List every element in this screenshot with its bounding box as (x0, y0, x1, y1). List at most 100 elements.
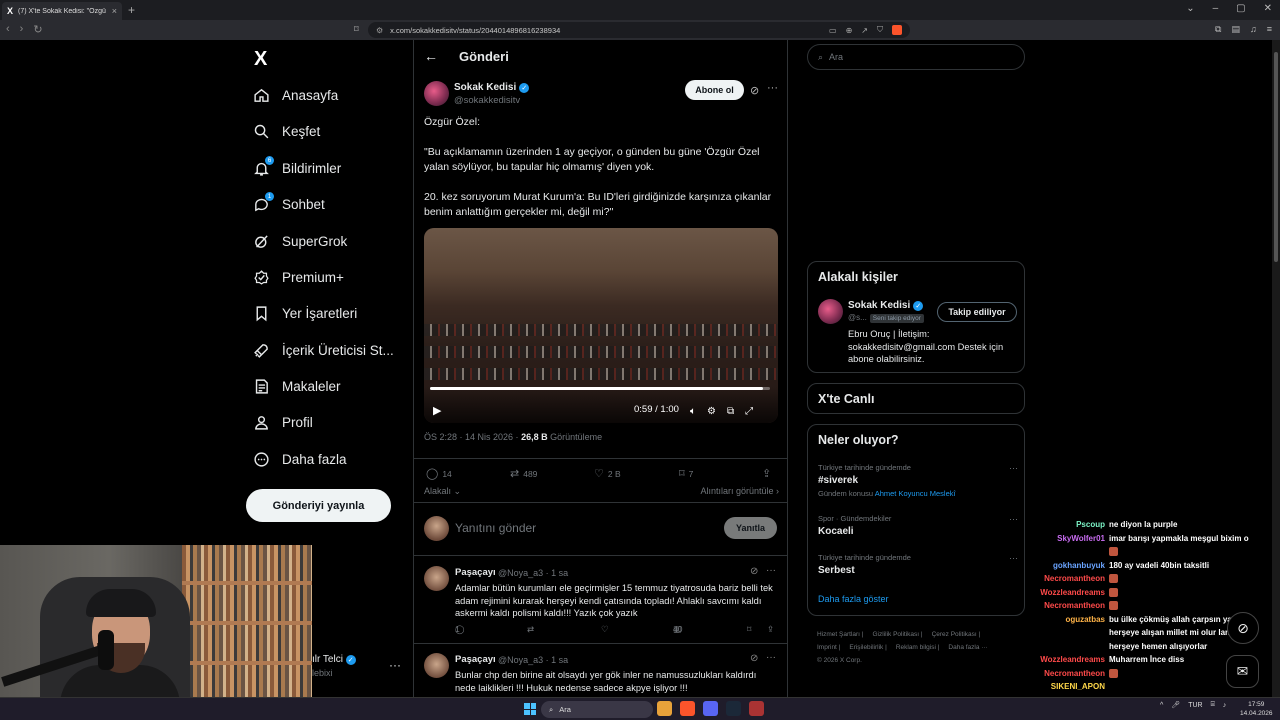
fullscreen-icon[interactable]: ⤢ (745, 406, 753, 417)
footer-link[interactable]: Imprint | (817, 644, 840, 651)
play-icon[interactable]: ▶ (433, 404, 441, 417)
share-action[interactable]: ⇪ (762, 467, 771, 480)
volume-icon[interactable]: ♪ (1223, 702, 1227, 709)
nav-item-10[interactable]: Daha fazla (252, 450, 347, 468)
subscribe-button[interactable]: Abone ol (685, 80, 744, 100)
steam-icon[interactable] (726, 701, 741, 716)
footer-link[interactable]: Gizlilik Politikası | (872, 631, 922, 638)
tray-arrow-icon[interactable]: ^ (1160, 702, 1163, 709)
avatar[interactable] (424, 566, 449, 591)
more-icon[interactable]: ··· (1009, 553, 1018, 563)
more-icon[interactable]: ··· (767, 82, 778, 94)
reload-icon[interactable]: ↻ (33, 23, 42, 36)
grok-fab-icon[interactable]: ⊘ (1227, 612, 1259, 644)
close-tab-icon[interactable]: × (112, 6, 117, 16)
scrollbar-thumb[interactable] (1274, 52, 1278, 262)
nav-item-6[interactable]: Yer İşaretleri (252, 304, 357, 322)
settings-icon[interactable]: ⚙ (707, 406, 716, 417)
reply-author-name[interactable]: Paşaçayı (455, 654, 496, 665)
site-info-icon[interactable]: ⚙ (376, 26, 383, 35)
video-progress-bar[interactable] (430, 387, 770, 390)
person-name[interactable]: Sokak Kedisi ✓ (848, 300, 924, 311)
reply-author-handle[interactable]: @Noya_a3 · 1 sa (498, 568, 568, 578)
repost-icon[interactable]: ⇄ (527, 624, 534, 635)
grok-icon[interactable]: ⊘ (750, 84, 759, 97)
windows-start-icon[interactable] (524, 703, 536, 715)
file-explorer-icon[interactable] (657, 701, 672, 716)
like-action[interactable]: ♡ 2 B (594, 467, 621, 480)
trend-item[interactable]: Spor · Gündemdekiler Kocaeli ··· (818, 514, 1018, 537)
discord-icon[interactable] (703, 701, 718, 716)
nav-item-7[interactable]: İçerik Üreticisi St... (252, 341, 394, 359)
tweet-time[interactable]: ÖS 2:28 · 14 Nis 2026 · (424, 432, 519, 442)
menu-icon[interactable]: ≡ (1267, 24, 1272, 35)
grok-icon[interactable]: ⊘ (750, 653, 758, 664)
back-icon[interactable]: ‹ (6, 23, 10, 36)
nav-item-0[interactable]: Anasayfa (252, 86, 338, 104)
browser-tab[interactable]: X (7) X'te Sokak Kedisi: "Özgür Öz... × (2, 2, 122, 20)
following-button[interactable]: Takip ediliyor (937, 302, 1017, 322)
extensions-icon[interactable]: ⧉ (1215, 24, 1221, 35)
avatar[interactable] (424, 81, 449, 106)
reply-item[interactable]: Paşaçayı @Noya_a3 · 1 sa ⊘ ··· Adamlar b… (414, 558, 787, 644)
author-name[interactable]: Sokak Kedisi ✓ (454, 82, 530, 93)
back-arrow-icon[interactable]: ← (424, 48, 438, 64)
clock[interactable]: 17:59 14.04.2026 (1240, 700, 1273, 718)
avatar[interactable] (424, 653, 449, 678)
more-icon[interactable]: ··· (766, 652, 776, 663)
avatar[interactable] (818, 299, 843, 324)
nav-item-2[interactable]: 6 Bildirimler (252, 156, 341, 177)
messages-fab-icon[interactable]: ✉ (1226, 655, 1259, 688)
reply-author-handle[interactable]: @Noya_a3 · 1 sa (498, 655, 568, 665)
x-logo[interactable]: X (254, 48, 267, 71)
show-more-link[interactable]: Daha fazla göster (818, 594, 889, 604)
obs-icon[interactable] (749, 701, 764, 716)
footer-link[interactable]: Erişilebilirlik | (849, 644, 886, 651)
person-handle[interactable]: @s... Seni takip ediyor (848, 313, 924, 323)
heart-icon[interactable]: ♡ (601, 624, 609, 635)
nav-item-5[interactable]: Premium+ (252, 268, 344, 286)
brave-icon[interactable] (680, 701, 695, 716)
sidebar-icon[interactable]: ▤ (1231, 24, 1240, 35)
nav-item-3[interactable]: 1 Sohbet (252, 192, 325, 213)
video-player[interactable]: ▶ 0:59 / 1:00 🔈︎ ⚙ ⧉ ⤢ (424, 228, 778, 423)
nav-item-4[interactable]: SuperGrok (252, 232, 347, 250)
author-handle[interactable]: @sokakkedisitv (454, 95, 520, 106)
reply-author-name[interactable]: Paşaçayı (455, 567, 496, 578)
language-indicator[interactable]: TUR (1188, 702, 1202, 709)
more-icon[interactable]: ··· (1009, 463, 1018, 473)
bookmark-action[interactable]: ⌑ 7 (679, 467, 693, 480)
taskbar-search[interactable]: ⌕ Ara (541, 701, 653, 718)
nav-item-1[interactable]: Keşfet (252, 122, 320, 140)
account-more-icon[interactable]: ··· (389, 658, 401, 672)
trend-sub-link[interactable]: Ahmet Koyuncu Meslekî (875, 489, 956, 498)
network-icon[interactable]: ⌸ (1211, 701, 1215, 709)
relevance-dropdown[interactable]: Alakalı ⌄ (424, 486, 461, 497)
more-icon[interactable]: ··· (766, 565, 776, 576)
close-window-icon[interactable]: ✕ (1264, 3, 1272, 14)
trend-item[interactable]: Türkiye tarihinde gündemde Serbest ··· (818, 553, 1018, 576)
post-button[interactable]: Gönderiyi yayınla (246, 489, 391, 522)
forward-icon[interactable]: › (20, 23, 24, 36)
trend-item[interactable]: Türkiye tarihinde gündemde #siverek Günd… (818, 463, 1018, 498)
bookmark-icon[interactable]: ⌑ (747, 624, 751, 635)
reply-button[interactable]: Yanıtla (724, 517, 777, 539)
screen-icon[interactable]: ▭ (829, 26, 837, 35)
live-card[interactable]: X'te Canlı (807, 383, 1025, 414)
view-quotes-link[interactable]: Alıntıları görüntüle › (700, 486, 779, 496)
more-icon[interactable]: ··· (1009, 514, 1018, 524)
footer-link[interactable]: Daha fazla ··· (948, 644, 987, 651)
url-field[interactable]: ⚙ x.com/sokakkedisitv/status/20440148968… (368, 22, 910, 38)
repost-action[interactable]: ⇄ 489 (510, 467, 537, 480)
new-tab-button[interactable]: + (128, 3, 135, 17)
grok-icon[interactable]: ⊘ (750, 566, 758, 577)
footer-link[interactable]: Çerez Politikası | (932, 631, 981, 638)
search-input[interactable]: ⌕ Ara (807, 44, 1025, 70)
volume-icon[interactable]: 🔈︎ (690, 406, 696, 417)
account-switcher[interactable]: ılr Telci ✓ lebixi (312, 654, 356, 678)
share-icon[interactable]: ↗ (861, 26, 868, 35)
share-icon[interactable]: ⇪ (767, 624, 774, 635)
footer-link[interactable]: Reklam bilgisi | (896, 644, 940, 651)
shield-icon[interactable]: ⛉ (877, 25, 883, 35)
reply-action[interactable]: ◯ 14 (426, 467, 452, 480)
